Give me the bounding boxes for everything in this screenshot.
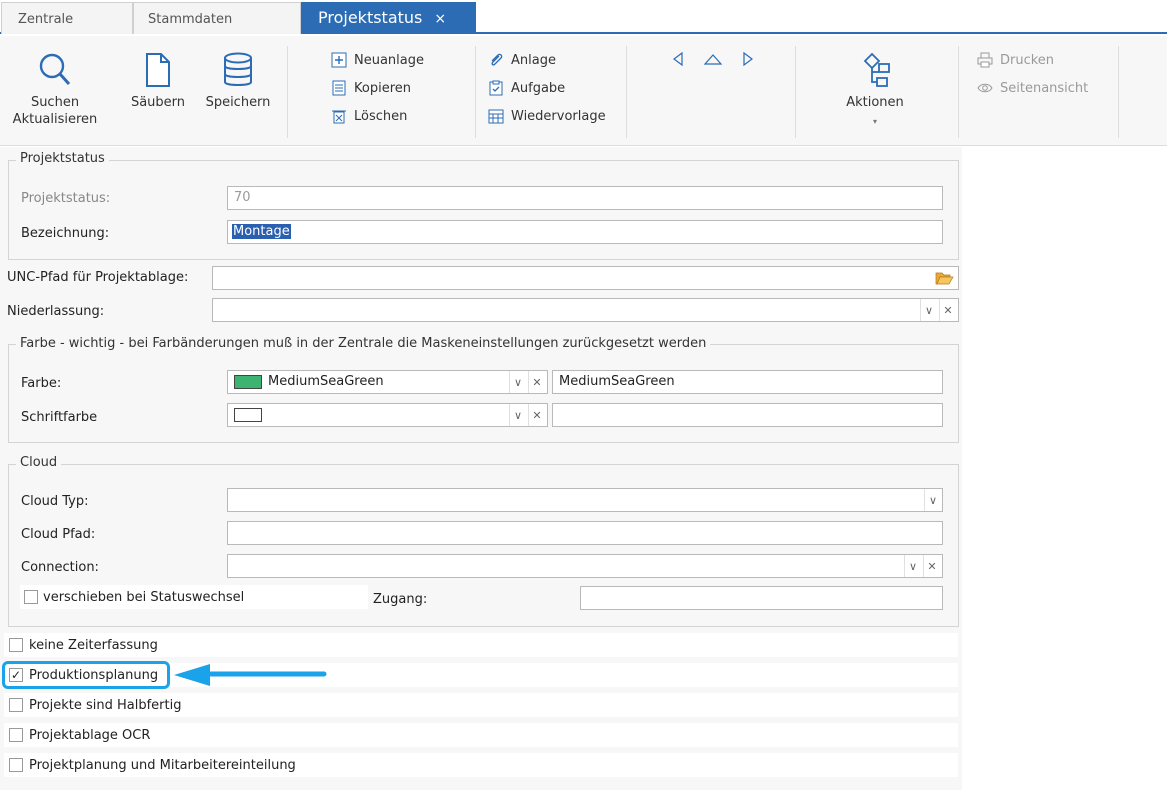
search-icon — [39, 53, 71, 86]
previous-icon[interactable] — [672, 51, 684, 70]
copy-icon — [330, 79, 348, 97]
halbfertig-label: Projekte sind Halbfertig — [29, 698, 182, 713]
cloud-pfad-field[interactable] — [227, 521, 943, 545]
cloud-legend: Cloud — [16, 455, 62, 470]
chevron-down-icon[interactable]: ∨ — [924, 489, 941, 511]
cloud-typ-label: Cloud Typ: — [21, 494, 89, 509]
clear-x-icon[interactable]: ✕ — [528, 371, 545, 393]
keine-zeiterfassung-label: keine Zeiterfassung — [29, 638, 158, 653]
task-button[interactable]: Aufgabe — [487, 77, 565, 99]
ocr-label: Projektablage OCR — [29, 728, 151, 743]
projektstatus-group — [8, 160, 959, 260]
arrow-pointer-icon — [174, 664, 327, 686]
niederlassung-field[interactable] — [212, 298, 959, 322]
up-icon[interactable] — [703, 53, 723, 69]
next-icon[interactable] — [742, 51, 754, 70]
tab-zentrale[interactable]: Zentrale — [1, 2, 133, 34]
mitarbeitereinteilung-checkbox[interactable] — [9, 758, 23, 772]
new-page-icon — [146, 53, 170, 87]
unc-field[interactable] — [212, 266, 959, 290]
font-color-swatch — [234, 408, 262, 422]
cloud-typ-select[interactable] — [227, 488, 943, 512]
ribbon-separator — [795, 46, 796, 138]
produktionsplanung-checkbox[interactable]: ✓ — [9, 668, 23, 682]
save-button[interactable]: Speichern — [198, 52, 278, 111]
clear-x-icon[interactable]: ✕ — [923, 555, 940, 577]
chevron-down-icon[interactable]: ∨ — [509, 371, 526, 393]
niederlassung-label: Niederlassung: — [7, 304, 105, 319]
ribbon-separator — [475, 46, 476, 138]
attach-button[interactable]: Anlage — [487, 49, 556, 71]
trash-icon — [330, 107, 348, 125]
color-swatch — [234, 375, 262, 389]
tab-projektstatus[interactable]: Projektstatus × — [301, 2, 476, 34]
keine-zeiterfassung-checkbox[interactable] — [9, 638, 23, 652]
ribbon-separator — [1118, 46, 1119, 138]
projektstatus-legend: Projektstatus — [16, 151, 109, 166]
plus-box-icon — [330, 51, 348, 69]
bezeichnung-value: Montage — [232, 224, 291, 239]
copy-button[interactable]: Kopieren — [330, 77, 411, 99]
schriftfarbe-select[interactable] — [227, 403, 548, 427]
search-refresh-button[interactable]: Suchen Aktualisieren — [12, 52, 98, 128]
paperclip-icon — [487, 51, 505, 69]
ribbon-separator — [287, 46, 288, 138]
halbfertig-checkbox[interactable] — [9, 698, 23, 712]
ribbon-separator — [958, 46, 959, 138]
dropdown-arrow-icon: ▾ — [872, 117, 877, 126]
clear-button[interactable]: Säubern — [122, 52, 194, 111]
clear-x-icon[interactable]: ✕ — [528, 404, 545, 426]
chevron-down-icon[interactable]: ∨ — [920, 299, 937, 321]
workflow-icon — [863, 52, 890, 87]
close-tab-icon[interactable]: × — [434, 11, 446, 27]
database-icon — [224, 52, 252, 86]
clipboard-check-icon — [487, 79, 505, 97]
farbe-select[interactable]: MediumSeaGreen — [227, 370, 548, 394]
ribbon-toolbar: Suchen Aktualisieren Säubern Speichern N… — [0, 36, 1167, 146]
farbe-label: Farbe: — [21, 376, 62, 391]
projektstatus-label: Projektstatus: — [21, 191, 111, 206]
color-legend: Farbe - wichtig - bei Farbänderungen muß… — [16, 336, 711, 351]
printer-icon — [976, 51, 994, 69]
farbe-text-field[interactable]: MediumSeaGreen — [552, 370, 943, 394]
print-button[interactable]: Drucken — [976, 49, 1054, 71]
ocr-checkbox[interactable] — [9, 728, 23, 742]
bezeichnung-field[interactable]: Montage — [227, 220, 943, 244]
preview-button[interactable]: Seitenansicht — [976, 77, 1088, 99]
new-button[interactable]: Neuanlage — [330, 49, 424, 71]
zugang-field[interactable] — [580, 586, 943, 610]
mitarbeitereinteilung-label: Projektplanung und Mitarbeitereinteilung — [29, 758, 296, 773]
projektstatus-field[interactable]: 70 — [227, 186, 943, 210]
produktionsplanung-label: Produktionsplanung — [29, 668, 159, 683]
chevron-down-icon[interactable]: ∨ — [904, 555, 921, 577]
chevron-down-icon[interactable]: ∨ — [509, 404, 526, 426]
tab-bar: Zentrale Stammdaten Projektstatus × — [0, 0, 1167, 34]
connection-select[interactable] — [227, 554, 943, 578]
ribbon-separator — [626, 46, 627, 138]
clear-x-icon[interactable]: ✕ — [939, 299, 956, 321]
calendar-icon — [487, 107, 505, 125]
move-on-status-checkbox[interactable] — [24, 590, 38, 604]
tab-stammdaten[interactable]: Stammdaten — [133, 2, 301, 34]
zugang-label: Zugang: — [373, 592, 428, 607]
followup-button[interactable]: Wiedervorlage — [487, 105, 606, 127]
connection-label: Connection: — [21, 560, 99, 575]
schriftfarbe-text-field[interactable] — [552, 403, 943, 427]
cloud-pfad-label: Cloud Pfad: — [21, 527, 96, 542]
bezeichnung-label: Bezeichnung: — [21, 226, 110, 241]
schriftfarbe-label: Schriftfarbe — [21, 410, 98, 425]
unc-label: UNC-Pfad für Projektablage: — [7, 270, 189, 285]
actions-button[interactable]: Aktionen ▾ — [830, 52, 920, 130]
eye-icon — [976, 79, 994, 97]
delete-button[interactable]: Löschen — [330, 105, 407, 127]
move-on-status-label: verschieben bei Statuswechsel — [43, 590, 245, 605]
folder-open-icon[interactable] — [935, 270, 954, 290]
